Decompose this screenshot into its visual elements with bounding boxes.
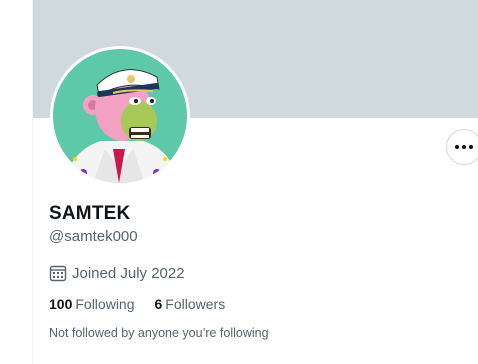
following-link[interactable]: 100 Following <box>49 296 135 312</box>
more-horizontal-icon <box>455 145 459 149</box>
display-name: SAMTEK <box>49 203 131 224</box>
user-handle: @samtek000 <box>49 228 138 245</box>
followers-label: Followers <box>165 296 226 312</box>
profile-page: SAMTEK @samtek000 Joined July 2022 100 Fo… <box>0 0 478 364</box>
more-dot <box>469 145 473 149</box>
profile-avatar[interactable] <box>50 46 190 186</box>
social-context-text: Not followed by anyone you’re following <box>49 326 269 340</box>
joined-date: Joined July 2022 <box>49 264 185 282</box>
avatar-image <box>53 49 187 183</box>
joined-label: Joined July 2022 <box>72 264 185 282</box>
followers-count: 6 <box>154 296 163 312</box>
follow-stats: 100 Following 6 Followers <box>49 296 225 312</box>
following-count: 100 <box>49 296 73 312</box>
following-label: Following <box>75 296 135 312</box>
more-options-button[interactable] <box>446 129 478 165</box>
more-dot <box>462 145 466 149</box>
calendar-icon <box>49 265 67 282</box>
followers-link[interactable]: 6 Followers <box>155 296 226 312</box>
